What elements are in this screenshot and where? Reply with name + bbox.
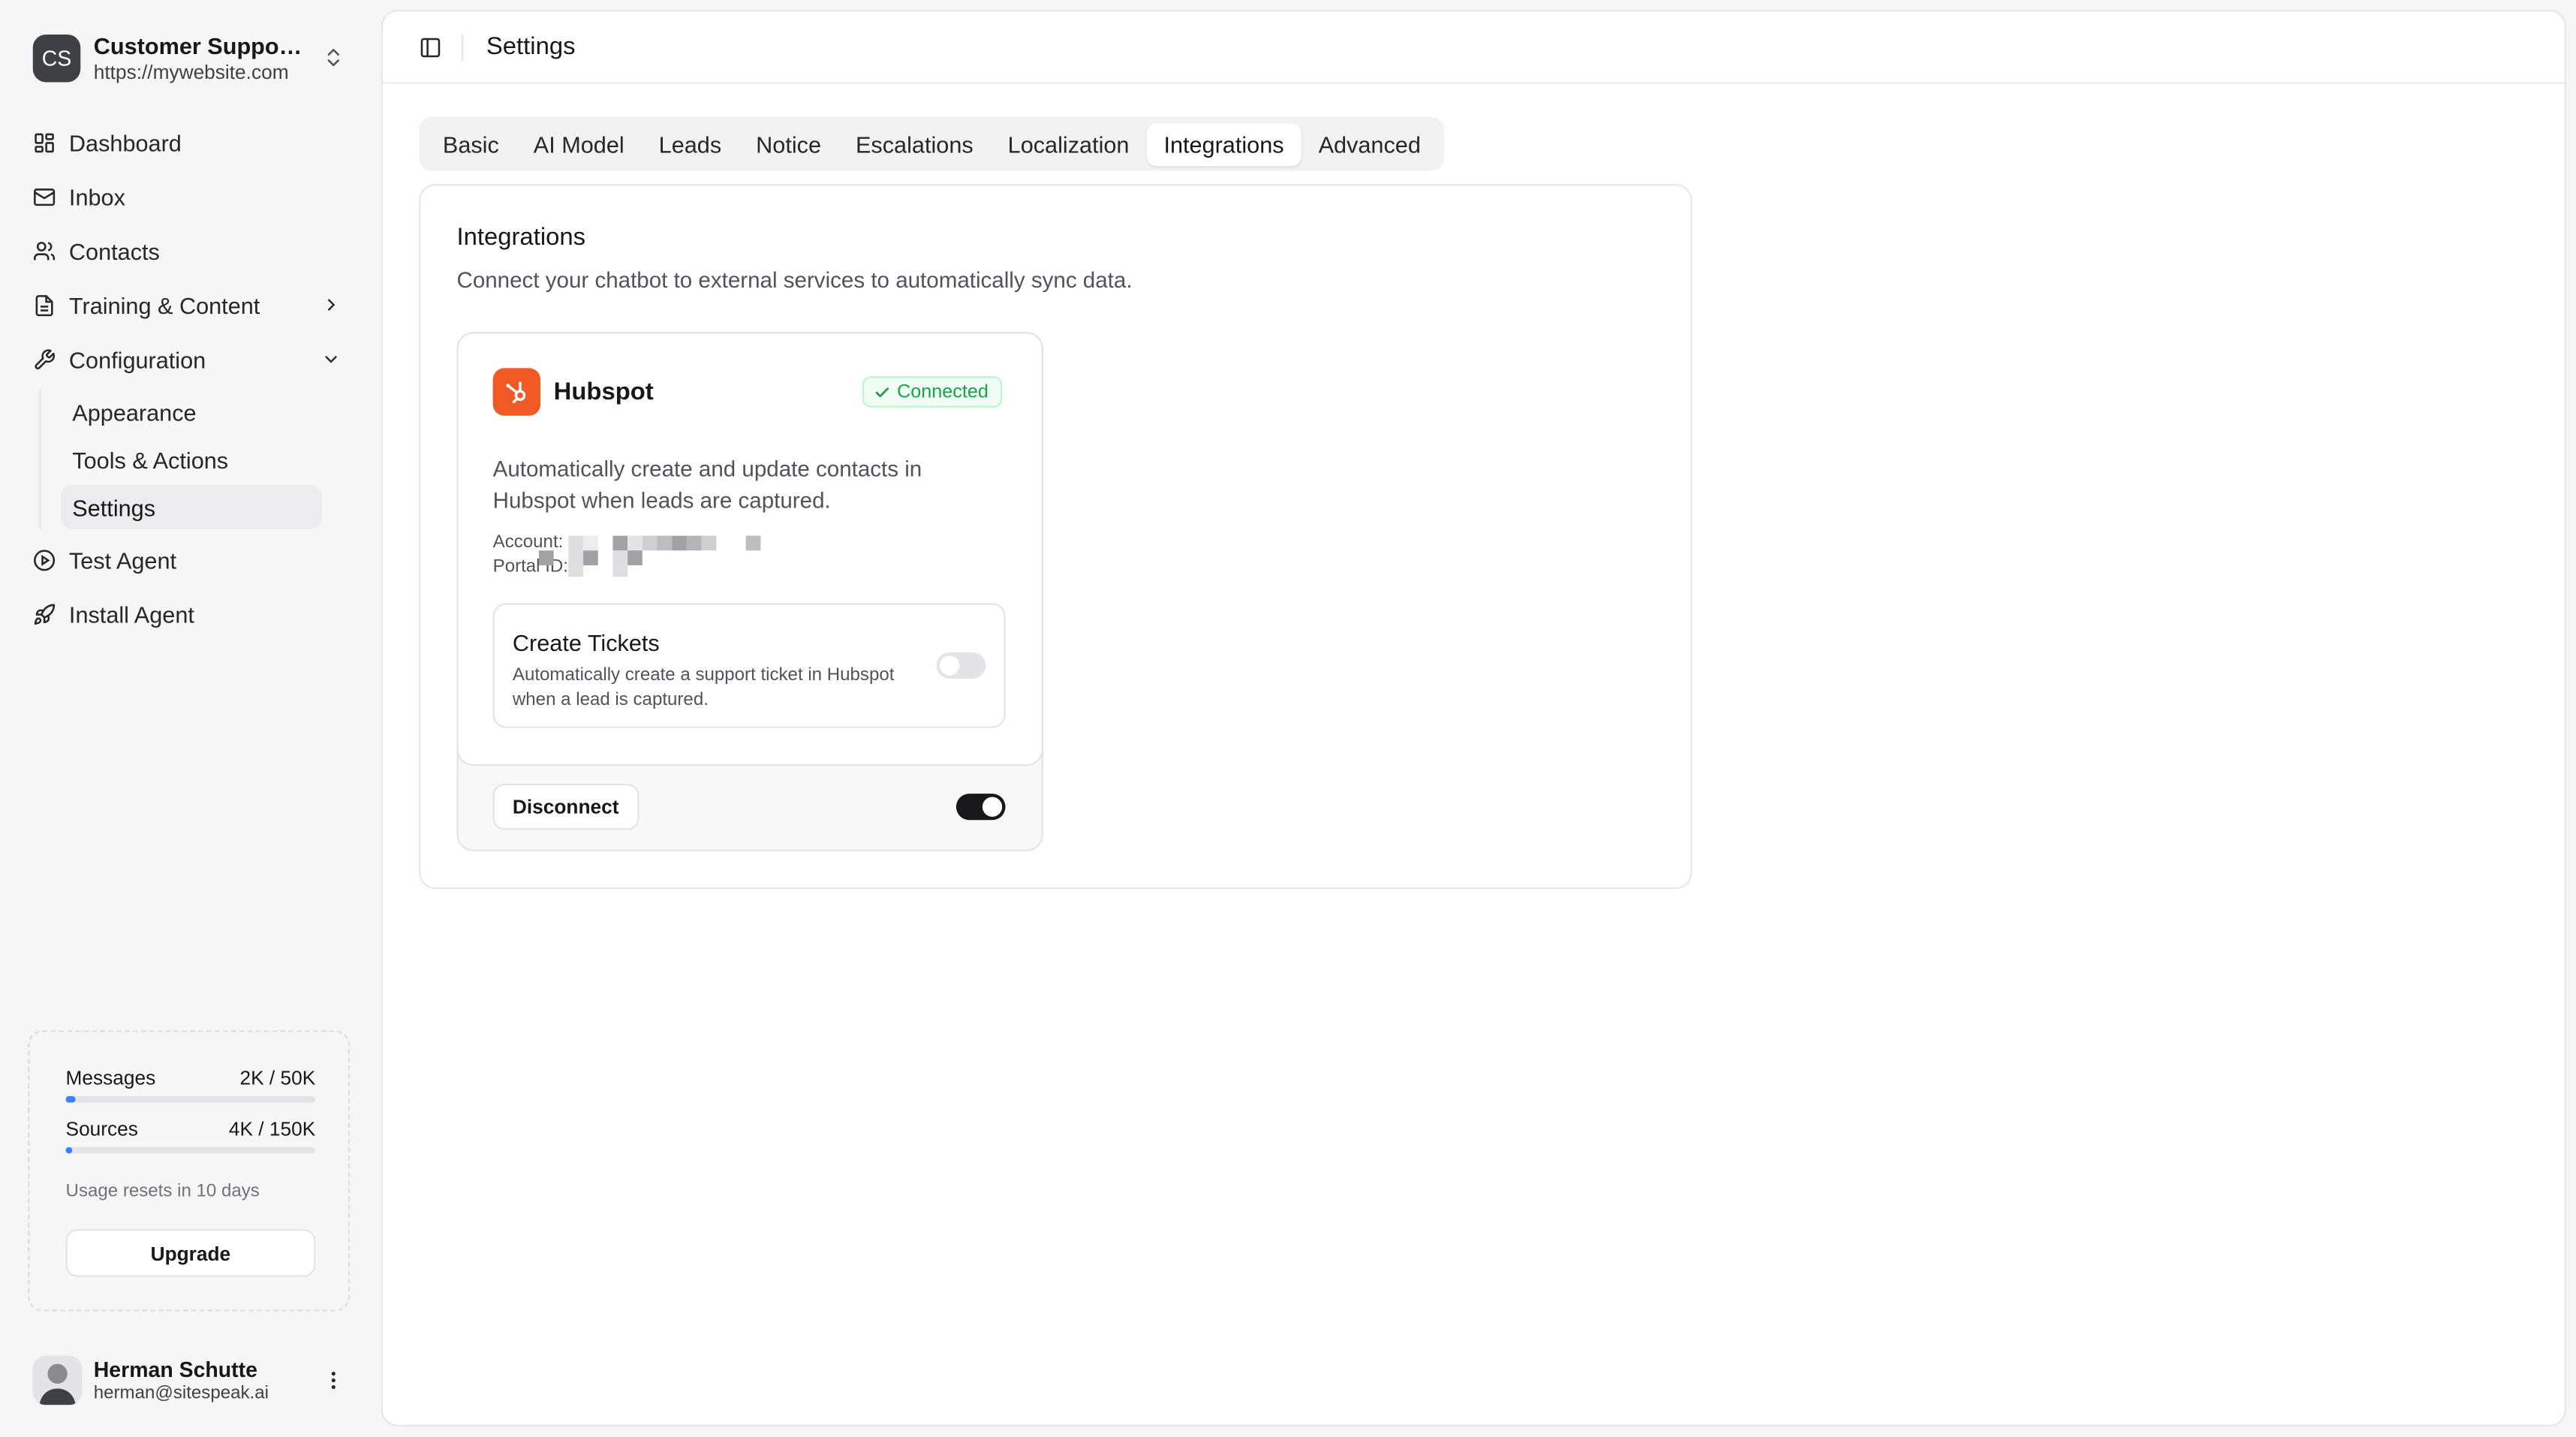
main-content: Settings Basic AI Model Leads Notice Esc… (381, 10, 2566, 1426)
create-tickets-description: Automatically create a support ticket in… (512, 665, 895, 710)
sidebar-toggle-icon[interactable] (419, 35, 442, 59)
sidebar-item-inbox[interactable]: Inbox (20, 169, 361, 223)
topbar: Settings (382, 11, 2565, 84)
settings-tabs: Basic AI Model Leads Notice Escalations … (419, 116, 1445, 171)
usage-messages-row: Messages 2K / 50K (66, 1067, 316, 1090)
workspace-url: https://mywebsite.com (93, 59, 289, 83)
hubspot-logo-icon (492, 368, 541, 416)
usage-messages-value: 2K / 50K (239, 1066, 316, 1090)
usage-sources-fill (65, 1146, 73, 1154)
chevron-right-icon (327, 299, 336, 311)
create-tickets-toggle[interactable] (936, 652, 986, 679)
tab-ai-model[interactable]: AI Model (516, 122, 642, 165)
create-tickets-title: Create Tickets (512, 629, 660, 656)
more-vertical-icon[interactable] (322, 1369, 345, 1392)
sidebar-item-settings[interactable]: Settings (60, 484, 323, 529)
sidebar-item-label: Install Agent (68, 600, 194, 628)
usage-reset-text: Usage resets in 10 days (65, 1181, 260, 1201)
rocket-icon (34, 603, 56, 624)
user-menu[interactable]: Herman Schutte herman@sitespeak.ai (32, 1354, 362, 1407)
hubspot-card-body: Hubspot Connected Automatically create a… (456, 332, 1043, 766)
chevrons-up-down-icon (327, 49, 339, 67)
panel-title: Integrations (456, 223, 586, 252)
user-email: herman@sitespeak.ai (93, 1383, 269, 1404)
sidebar-item-label: Training & Content (68, 291, 260, 318)
integration-enabled-toggle[interactable] (955, 794, 1006, 821)
play-circle-icon (34, 549, 56, 571)
sidebar-item-label: Inbox (68, 183, 125, 210)
document-icon (35, 294, 53, 316)
sidebar-item-label: Test Agent (68, 546, 177, 573)
dashboard-icon (35, 132, 54, 152)
usage-sources-label: Sources (65, 1117, 138, 1141)
usage-sources-value: 4K / 150K (228, 1117, 316, 1141)
sidebar-item-configuration[interactable]: Configuration (20, 332, 361, 386)
tab-advanced[interactable]: Advanced (1302, 122, 1438, 165)
sidebar-item-install-agent[interactable]: Install Agent (20, 586, 361, 640)
sidebar-item-test-agent[interactable]: Test Agent (20, 532, 361, 586)
workspace-name: Customer Support Agent (93, 32, 311, 59)
user-name: Herman Schutte (93, 1357, 257, 1382)
status-badge: Connected (862, 376, 1002, 408)
status-text: Connected (897, 381, 989, 402)
users-icon (34, 241, 56, 260)
sidebar: CS Customer Support Agent https://mywebs… (0, 0, 381, 1436)
tab-integrations[interactable]: Integrations (1146, 122, 1302, 165)
workspace-avatar: CS (32, 33, 81, 82)
wrench-icon (35, 348, 56, 369)
sidebar-nav: Dashboard Inbox Contacts Training & Cont… (20, 115, 361, 640)
sidebar-item-tools-actions[interactable]: Tools & Actions (61, 437, 322, 481)
sidebar-item-contacts[interactable]: Contacts (20, 224, 361, 278)
mail-icon (34, 188, 56, 206)
configuration-submenu: Appearance Tools & Actions Settings (39, 389, 362, 529)
sidebar-item-label: Configuration (68, 345, 206, 372)
divider (462, 33, 464, 60)
sidebar-item-label: Dashboard (68, 128, 182, 155)
toggle-knob (939, 655, 960, 676)
integration-description: Automatically create and update contacts… (492, 456, 922, 513)
toggle-knob (982, 797, 1003, 817)
usage-messages-fill (65, 1095, 76, 1103)
chevron-down-icon (325, 355, 337, 363)
sidebar-item-appearance[interactable]: Appearance (61, 390, 322, 434)
hubspot-card: Hubspot Connected Automatically create a… (456, 332, 1043, 851)
usage-messages-bar (65, 1095, 316, 1103)
sidebar-item-training-content[interactable]: Training & Content (20, 278, 361, 332)
usage-sources-bar (65, 1146, 316, 1154)
portal-id-label: Portal ID: (492, 556, 569, 577)
tab-notice[interactable]: Notice (739, 122, 838, 165)
tab-localization[interactable]: Localization (991, 122, 1147, 165)
check-icon (875, 387, 889, 396)
integrations-panel: Integrations Connect your chatbot to ext… (419, 184, 1693, 890)
usage-messages-label: Messages (65, 1066, 156, 1090)
integration-name: Hubspot (553, 378, 654, 406)
avatar (32, 1355, 83, 1405)
tab-escalations[interactable]: Escalations (838, 122, 991, 165)
account-label: Account: (492, 532, 564, 553)
page-title: Settings (486, 32, 576, 61)
sidebar-item-label: Contacts (68, 237, 160, 264)
usage-card: Messages 2K / 50K Sources 4K / 150K Usag… (28, 1030, 351, 1312)
sidebar-item-dashboard[interactable]: Dashboard (20, 115, 361, 169)
panel-subtitle: Connect your chatbot to external service… (456, 267, 1133, 293)
usage-sources-row: Sources 4K / 150K (66, 1117, 316, 1140)
workspace-switcher[interactable]: CS Customer Support Agent https://mywebs… (20, 23, 361, 92)
upgrade-button[interactable]: Upgrade (65, 1229, 316, 1277)
create-tickets-option: Create Tickets Automatically create a su… (492, 603, 1006, 728)
disconnect-button[interactable]: Disconnect (492, 784, 639, 830)
tab-basic[interactable]: Basic (426, 122, 516, 165)
tab-leads[interactable]: Leads (642, 122, 739, 165)
